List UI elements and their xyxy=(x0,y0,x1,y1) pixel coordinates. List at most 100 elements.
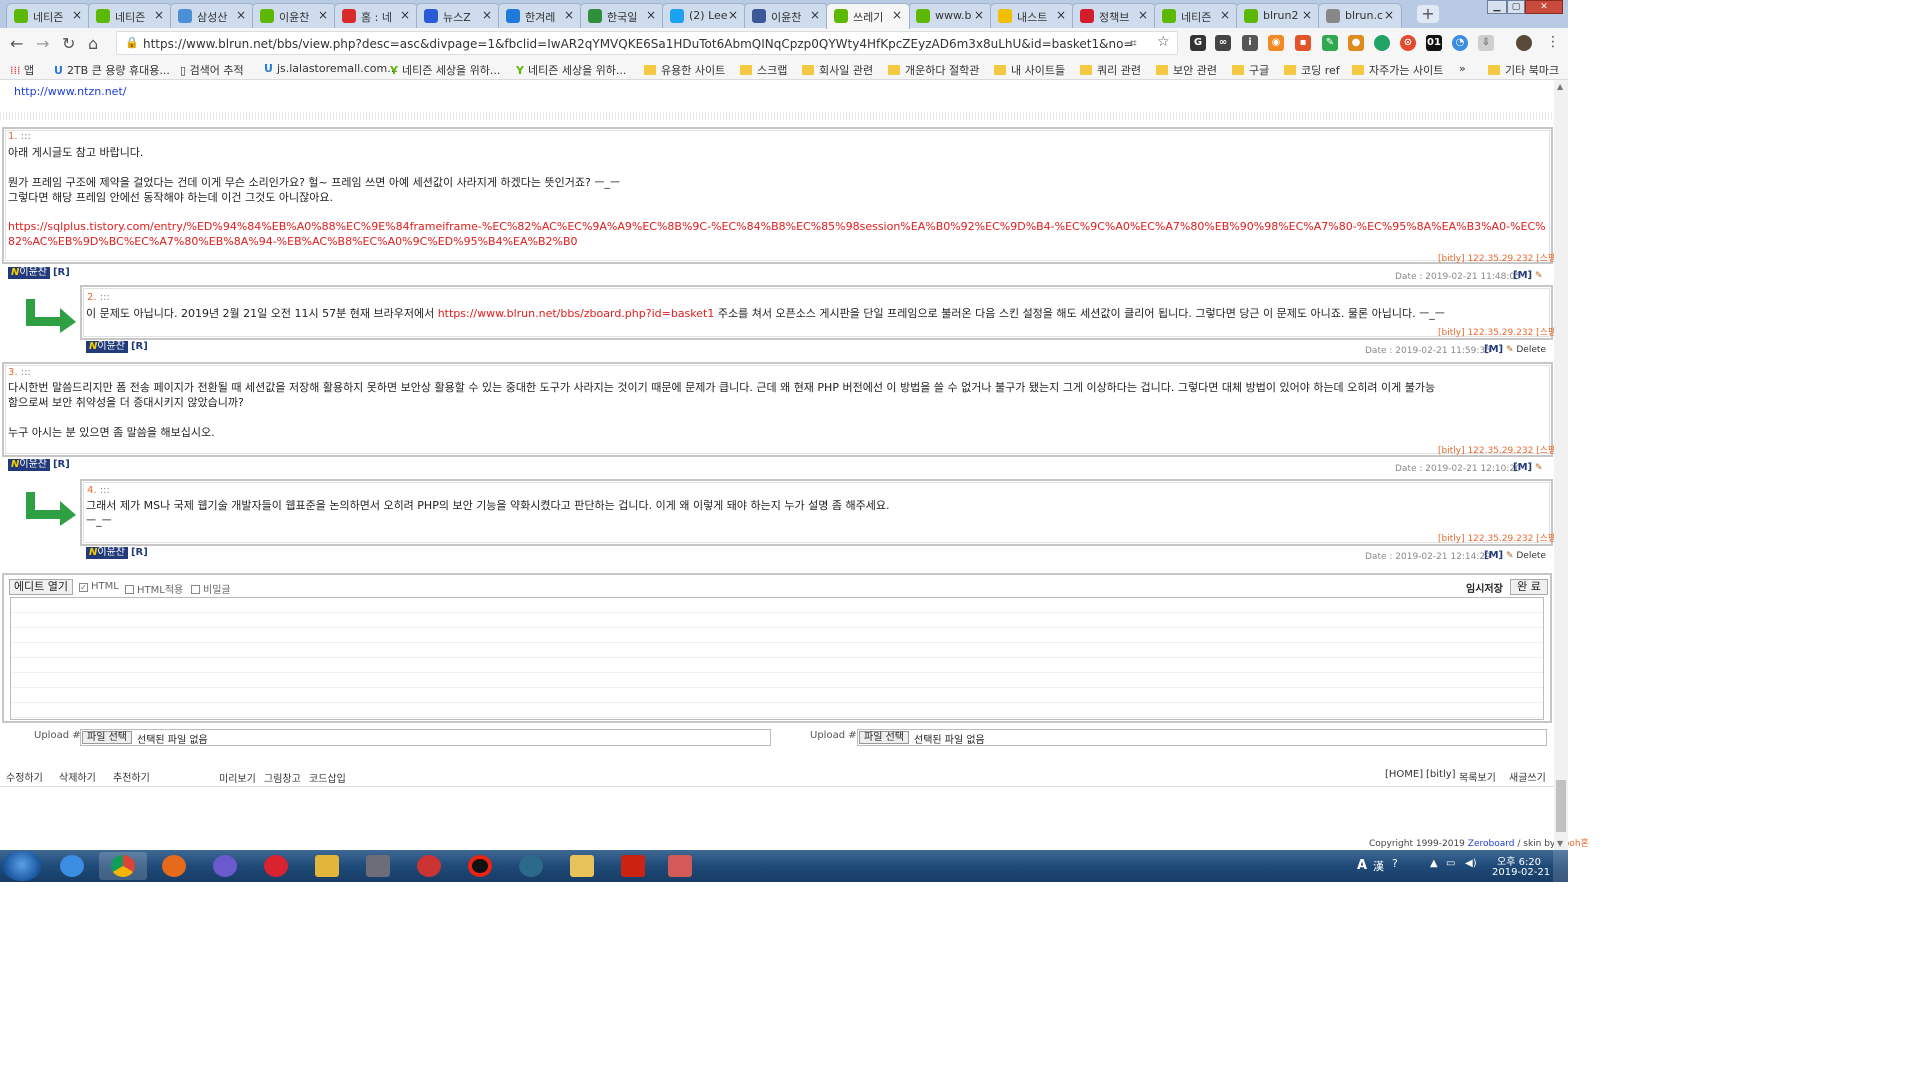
author-badge[interactable]: N이윤찬 xyxy=(8,267,50,279)
ball-icon[interactable] xyxy=(405,852,453,880)
upload-2-button[interactable]: 파일 선택 xyxy=(859,731,909,744)
edit-open-button[interactable]: 에디트 열기 xyxy=(9,579,73,595)
close-tab-icon[interactable]: × xyxy=(318,8,328,22)
reply-r-link[interactable]: [R] xyxy=(131,341,148,352)
avatar[interactable] xyxy=(1516,35,1532,51)
bookmark-18[interactable]: 기타 북마크 xyxy=(1488,62,1559,78)
pencil-icon[interactable]: ✎ xyxy=(1532,463,1543,473)
new-post-link[interactable]: 새글쓰기 xyxy=(1509,769,1546,784)
firefox-icon[interactable] xyxy=(150,852,198,880)
ie-icon[interactable] xyxy=(48,852,96,880)
ext-abp-icon[interactable]: ▪ xyxy=(1295,35,1311,51)
tab-11[interactable]: 쓰레기 × xyxy=(826,3,910,29)
list-link[interactable]: 목록보기 xyxy=(1459,769,1496,784)
secret-checkbox[interactable]: 비밀글 xyxy=(191,581,231,596)
folder-icon[interactable] xyxy=(558,852,606,880)
author-badge[interactable]: N이윤찬 xyxy=(86,547,128,559)
zeroboard-link[interactable]: Zeroboard xyxy=(1468,839,1515,849)
bookmark-16[interactable]: 자주가는 사이트 xyxy=(1352,62,1443,78)
comment-link[interactable]: https://sqlplus.tistory.com/entry/%ED%94… xyxy=(8,219,1548,249)
comment-textarea[interactable] xyxy=(10,597,1544,720)
ime-mode[interactable]: A xyxy=(1357,858,1367,873)
page-scrollbar[interactable]: ▲ ▼ xyxy=(1554,80,1568,850)
clock-time[interactable]: 오후 6:20 xyxy=(1497,853,1541,868)
tree-icon[interactable] xyxy=(507,852,555,880)
bookmark-4[interactable]: Ujs.lalastoremall.com... xyxy=(264,62,398,75)
s-app-icon[interactable] xyxy=(201,852,249,880)
bookmark-12[interactable]: 쿼리 관련 xyxy=(1080,62,1141,78)
temp-save-link[interactable]: 임시저장 xyxy=(1466,580,1503,595)
html-apply-checkbox[interactable]: HTML적용 xyxy=(125,581,183,596)
recommend-link[interactable]: 추천하기 xyxy=(113,769,150,784)
comment-author[interactable]: N이윤찬 [R] xyxy=(86,341,148,353)
site-link[interactable]: http://www.ntzn.net/ xyxy=(14,85,126,98)
comment-inline-link[interactable]: https://www.blrun.net/bbs/zboard.php?id=… xyxy=(438,307,715,320)
reload-icon[interactable]: ↻ xyxy=(62,34,75,53)
scroll-thumb[interactable] xyxy=(1556,780,1566,832)
tab-1[interactable]: 네티즌 × xyxy=(6,3,90,28)
close-tab-icon[interactable]: × xyxy=(1056,8,1066,22)
ext-badge-icon[interactable]: ◔ xyxy=(1452,35,1468,51)
close-tab-icon[interactable]: × xyxy=(482,8,492,22)
network-icon[interactable]: ▭ xyxy=(1446,858,1455,869)
tab-4[interactable]: 이윤찬 × xyxy=(252,3,336,28)
tab-5[interactable]: 홈 : 네 × xyxy=(334,3,418,28)
bookmark-1[interactable]: ⁞⁞⁞ 앱 xyxy=(10,62,34,78)
memo-m-link[interactable]: [M] xyxy=(1513,462,1532,473)
translate-icon[interactable]: ⌗ xyxy=(1130,36,1137,51)
opera-icon[interactable] xyxy=(252,852,300,880)
bookmark-15[interactable]: 코딩 ref xyxy=(1284,62,1340,78)
ext-info-icon[interactable]: i xyxy=(1242,35,1258,51)
close-tab-icon[interactable]: × xyxy=(564,8,574,22)
close-tab-icon[interactable]: × xyxy=(1138,8,1148,22)
close-tab-icon[interactable]: × xyxy=(892,8,902,22)
bookmark-11[interactable]: 내 사이트들 xyxy=(994,62,1065,78)
reply-r-link[interactable]: [R] xyxy=(53,459,70,470)
image-store-link[interactable]: 그림창고 xyxy=(264,770,301,785)
close-tab-icon[interactable]: × xyxy=(810,8,820,22)
help-icon[interactable]: ? xyxy=(1392,857,1398,870)
close-tab-icon[interactable]: × xyxy=(236,8,246,22)
pencil-icon[interactable]: ✎ xyxy=(1503,345,1516,355)
tab-8[interactable]: 한국일 × xyxy=(580,3,664,28)
ext-green-icon[interactable] xyxy=(1374,35,1390,51)
insert-code-link[interactable]: 코드삽입 xyxy=(309,770,346,785)
new-tab-button[interactable]: + xyxy=(1417,5,1439,23)
delete-post-link[interactable]: 삭제하기 xyxy=(59,769,96,784)
upload-1-input[interactable]: 파일 선택 선택된 파일 없음 xyxy=(80,729,771,746)
bookmark-5[interactable]: Y 네티즌 세상을 위하... xyxy=(390,62,500,78)
bookmark-10[interactable]: 개운하다 절학관 xyxy=(888,62,979,78)
bookmark-6[interactable]: Y 네티즌 세상을 위하... xyxy=(516,62,626,78)
bookmark-17[interactable]: » xyxy=(1459,62,1466,75)
scroll-up-icon[interactable]: ▲ xyxy=(1557,82,1563,91)
bookmark-3[interactable]: ▯ 검색어 추적 xyxy=(180,62,244,78)
ext-cookie-icon[interactable]: ● xyxy=(1348,35,1364,51)
ime-hanja[interactable]: 漢 xyxy=(1373,858,1384,874)
evernote-icon[interactable]: ✎ xyxy=(1322,35,1338,51)
comment-author[interactable]: N이윤찬 [R] xyxy=(8,267,70,279)
reply-r-link[interactable]: [R] xyxy=(131,547,148,558)
upload-1-button[interactable]: 파일 선택 xyxy=(82,731,132,744)
bookmark-2[interactable]: U 2TB 큰 용량 휴대용... xyxy=(54,62,170,78)
ext-glasses-icon[interactable]: ∞ xyxy=(1215,35,1231,51)
bookmark-13[interactable]: 보안 관련 xyxy=(1156,62,1217,78)
tab-14[interactable]: 정책브 × xyxy=(1072,3,1156,28)
delete-link[interactable]: Delete xyxy=(1516,551,1546,561)
show-desktop-button[interactable] xyxy=(1553,850,1568,882)
close-tab-icon[interactable]: × xyxy=(1384,8,1394,22)
close-tab-icon[interactable]: × xyxy=(646,8,656,22)
download-icon[interactable]: ⇩ xyxy=(1478,35,1494,51)
tab-9[interactable]: (2) Lee × xyxy=(662,3,746,28)
delete-link[interactable]: Delete xyxy=(1516,345,1546,355)
record-icon[interactable] xyxy=(456,852,504,880)
tab-7[interactable]: 한겨레 × xyxy=(498,3,582,28)
close-window-button[interactable]: ✕ xyxy=(1525,0,1563,14)
author-badge[interactable]: N이윤찬 xyxy=(8,459,50,471)
html-checkbox[interactable]: ✓ HTML xyxy=(79,581,119,592)
tab-15[interactable]: 네티즌 × xyxy=(1154,3,1238,28)
tab-6[interactable]: 뉴스Z × xyxy=(416,3,500,28)
chrome-icon[interactable] xyxy=(99,852,147,880)
maximize-button[interactable]: ▢ xyxy=(1507,0,1525,14)
home-link[interactable]: [HOME] xyxy=(1385,769,1423,780)
address-bar[interactable]: 🔒 https://www.blrun.net/bbs/view.php?des… xyxy=(116,31,1178,55)
